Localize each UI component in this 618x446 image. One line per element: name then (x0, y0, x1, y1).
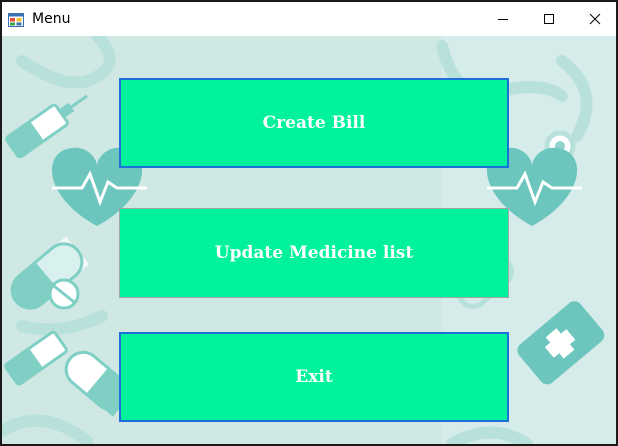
menu-window: Menu Create Bill Update Medicine list Ex… (0, 0, 618, 446)
maximize-button[interactable] (526, 2, 572, 36)
minimize-button[interactable] (480, 2, 526, 36)
update-medicine-list-button[interactable]: Update Medicine list (119, 208, 509, 298)
exit-button[interactable]: Exit (119, 332, 509, 422)
window-title: Menu (32, 11, 71, 27)
create-bill-button[interactable]: Create Bill (119, 78, 509, 168)
form-client-area: Create Bill Update Medicine list Exit (2, 36, 616, 444)
minimize-icon (497, 10, 509, 29)
maximize-icon (543, 10, 555, 29)
title-bar[interactable]: Menu (2, 2, 616, 36)
close-icon (589, 10, 601, 29)
windows-form-icon (8, 12, 24, 27)
close-button[interactable] (572, 2, 616, 36)
